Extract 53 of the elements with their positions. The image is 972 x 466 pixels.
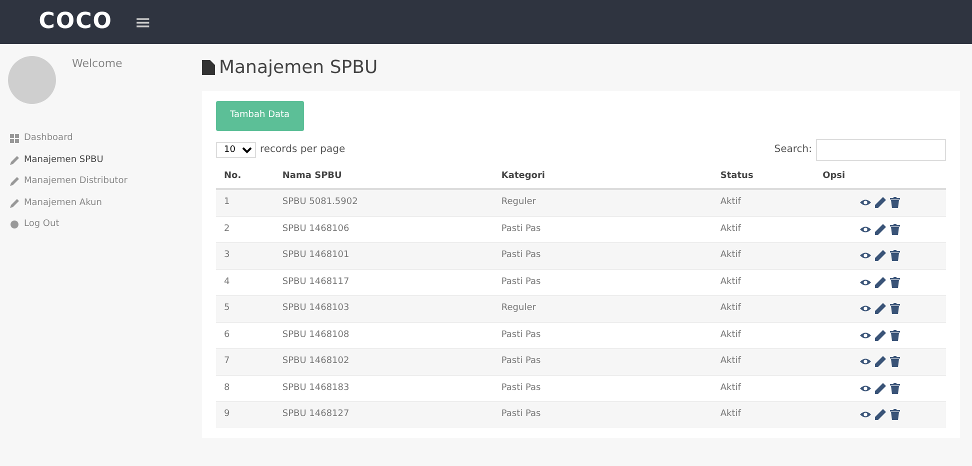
table-cell: Reguler — [493, 296, 712, 322]
table-cell: Aktif — [712, 242, 815, 269]
grid-icon — [10, 134, 19, 144]
trash-icon[interactable] — [890, 224, 900, 235]
trash-icon[interactable] — [890, 276, 900, 288]
pencil-icon — [10, 198, 19, 208]
table-cell: 5 — [216, 296, 274, 322]
trash-icon[interactable] — [890, 330, 900, 341]
pencil-icon — [10, 156, 19, 165]
table-cell: SPBU 1468127 — [274, 402, 494, 428]
menu-toggle-button[interactable]: ≡ — [134, 12, 152, 32]
pencil-icon[interactable] — [875, 330, 886, 341]
table-cell: Pasti Pas — [493, 242, 712, 269]
table-cell: Aktif — [712, 348, 815, 375]
trash-icon[interactable] — [890, 303, 900, 314]
page-size-select[interactable]: 10 — [216, 142, 256, 158]
file-icon — [202, 60, 215, 75]
table-cell: SPBU 5081.5902 — [274, 189, 494, 216]
table-cell: Aktif — [712, 296, 815, 322]
records-per-page-label: records per page — [260, 143, 346, 157]
trash-icon[interactable] — [890, 250, 900, 262]
welcome-text: Welcome — [72, 56, 122, 72]
table-cell: 1 — [216, 189, 274, 216]
pencil-icon[interactable] — [875, 276, 886, 288]
table-cell: Aktif — [712, 402, 815, 428]
trash-icon[interactable] — [890, 409, 900, 420]
search-label: Search: — [774, 143, 812, 157]
table-cell: Pasti Pas — [493, 348, 712, 375]
avatar-placeholder — [8, 56, 56, 104]
pencil-icon — [10, 177, 19, 186]
trash-icon[interactable] — [890, 197, 900, 208]
trash-icon[interactable] — [890, 356, 900, 368]
pencil-icon[interactable] — [875, 303, 886, 314]
logo: COCO — [38, 11, 112, 33]
table-cell: 7 — [216, 348, 274, 375]
search-field[interactable] — [816, 138, 946, 160]
table-cell: Reguler — [493, 189, 712, 216]
table-cell: 9 — [216, 402, 274, 428]
pencil-icon[interactable] — [875, 197, 886, 208]
table-cell: 3 — [216, 242, 274, 269]
page-title: Manajemen SPBU — [219, 56, 378, 80]
table-cell: SPBU 1468102 — [274, 348, 494, 375]
pencil-icon[interactable] — [875, 356, 886, 368]
table-cell: SPBU 1468103 — [274, 296, 494, 322]
sidebar-item[interactable]: Manajemen SPBU — [8, 150, 182, 171]
pencil-icon[interactable] — [875, 409, 886, 420]
table-cell: Aktif — [712, 189, 815, 216]
table-cell: SPBU 1468101 — [274, 242, 494, 269]
trash-icon[interactable] — [890, 382, 900, 394]
pencil-icon[interactable] — [875, 250, 886, 262]
pencil-icon[interactable] — [875, 382, 886, 394]
table-cell: Pasti Pas — [493, 402, 712, 428]
pencil-icon[interactable] — [875, 224, 886, 235]
